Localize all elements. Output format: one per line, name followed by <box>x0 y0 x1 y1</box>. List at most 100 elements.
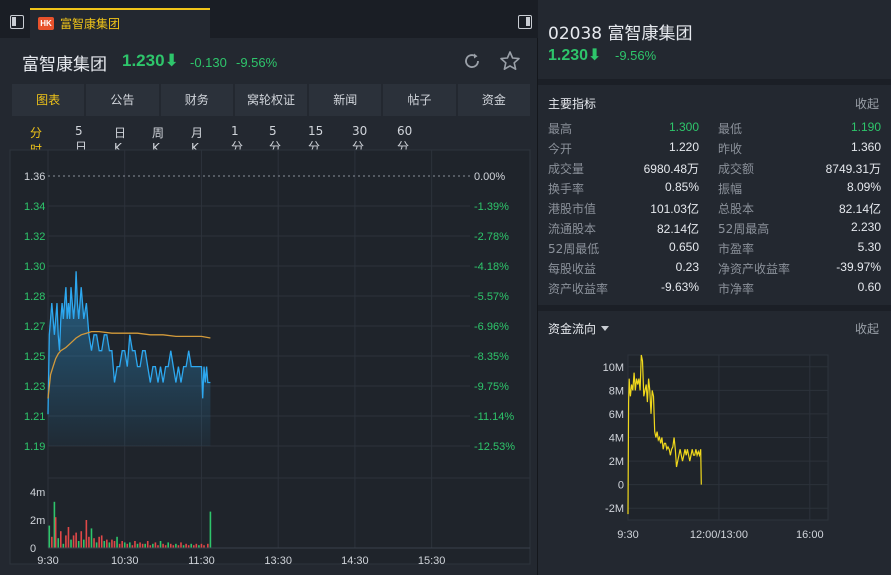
nav-capital[interactable]: 资金 <box>457 84 530 116</box>
price-change: -0.130 <box>190 55 227 70</box>
percent-tick-label: -6.96% <box>474 321 509 333</box>
star-icon[interactable] <box>499 50 521 72</box>
nav-posts[interactable]: 帖子 <box>383 84 456 116</box>
flow-tick-label: 0 <box>618 480 624 492</box>
indicator-value: 1.220 <box>668 140 699 154</box>
volume-bar <box>113 541 116 548</box>
toggle-right-panel-icon[interactable] <box>518 15 532 29</box>
volume-bar <box>85 520 88 548</box>
flow-tick-label: 10M <box>603 362 624 374</box>
volume-bar <box>200 543 203 548</box>
volume-bar <box>167 542 170 548</box>
volume-bar <box>62 543 65 548</box>
capital-flow-title[interactable]: 资金流向 <box>548 320 610 337</box>
section-divider <box>538 305 891 311</box>
nav-chart[interactable]: 图表 <box>12 84 85 116</box>
price-tick-label: 1.19 <box>24 441 45 453</box>
capital-flow-chart[interactable]: 10M 8M 6M 4M 2M 0 -2M 9:30 12:00/13:00 16:00 <box>538 345 891 575</box>
nav-warrants[interactable]: 窝轮权证 <box>234 84 308 116</box>
indicator-value: 82.14亿 <box>838 202 881 216</box>
volume-tick-label: 0 <box>30 543 36 555</box>
volume-bar <box>103 541 106 548</box>
indicator-row: 最高 1.300 最低 1.190 <box>548 120 881 140</box>
indicator-row: 52周最低 0.650 市盈率 5.30 <box>548 240 881 260</box>
refresh-icon[interactable] <box>462 51 482 71</box>
section-divider <box>538 79 891 85</box>
indicator-value: 1.300 <box>668 120 699 134</box>
time-tick-label: 15:30 <box>418 555 446 567</box>
indicator-value: 0.60 <box>857 280 881 294</box>
indicator-row: 港股市值 101.03亿 总股本 82.14亿 <box>548 200 881 220</box>
indicator-label: 换手率 <box>548 182 585 196</box>
volume-bar <box>121 541 123 548</box>
volume-bar <box>146 541 149 548</box>
flow-time-label: 9:30 <box>617 529 638 541</box>
hk-market-badge: HK <box>38 17 54 30</box>
price-tick-label: 1.28 <box>24 291 45 303</box>
volume-bar <box>70 539 72 548</box>
caret-down-icon <box>601 326 610 331</box>
volume-bar <box>51 536 53 548</box>
indicator-label: 今开 <box>548 142 573 156</box>
volume-bar <box>136 543 139 548</box>
price-tick-label: 1.21 <box>24 411 45 423</box>
tab-bar: HK 富智康集团 <box>0 0 538 38</box>
percent-tick-label: 0.00% <box>474 171 505 183</box>
volume-bar <box>54 517 57 548</box>
indicator-label: 昨收 <box>718 142 743 156</box>
detail-stock-title: 02038 富智康集团 <box>548 24 693 44</box>
volume-bar <box>57 538 60 548</box>
indicator-value: 82.14亿 <box>656 222 699 236</box>
price-percent: -9.56% <box>236 55 278 70</box>
indicator-row: 资产收益率 -9.63% 市净率 0.60 <box>548 280 881 300</box>
volume-bar <box>65 535 67 548</box>
flow-tick-label: 8M <box>609 385 624 397</box>
indicator-label: 资产收益率 <box>548 282 609 296</box>
price-tick-label: 1.32 <box>24 231 45 243</box>
toggle-left-panel-icon[interactable] <box>10 15 24 29</box>
percent-tick-label: -9.75% <box>474 381 509 393</box>
time-tick-label: 11:30 <box>188 555 215 567</box>
volume-bar <box>83 539 85 548</box>
indicator-label: 净资产收益率 <box>718 262 791 276</box>
volume-bar <box>195 543 198 548</box>
tab-stock[interactable]: HK 富智康集团 <box>30 8 210 38</box>
volume-bar <box>106 539 108 548</box>
detail-price: 1.230⬇ <box>548 47 602 64</box>
indicator-label: 振幅 <box>718 182 743 196</box>
price-tick-label: 1.23 <box>24 381 45 393</box>
capital-flow-collapse-button[interactable]: 收起 <box>855 320 879 337</box>
indicator-label: 港股市值 <box>548 202 597 216</box>
volume-bar <box>116 536 118 548</box>
quote-panel: HK 富智康集团 富智康集团 1.230⬇ -0.130 -9.56% 图表 公… <box>0 0 538 575</box>
volume-bar <box>75 532 77 548</box>
volume-bar <box>169 543 172 548</box>
indicator-row: 换手率 0.85% 振幅 8.09% <box>548 180 881 200</box>
volume-bar <box>144 543 146 548</box>
volume-bar <box>98 536 100 548</box>
flow-time-label: 16:00 <box>796 529 824 541</box>
volume-bar <box>108 542 111 548</box>
indicators-title: 主要指标 <box>548 97 597 111</box>
indicator-label: 成交额 <box>718 162 755 176</box>
percent-tick-label: -1.39% <box>474 201 509 213</box>
nav-financials[interactable]: 财务 <box>160 84 233 116</box>
indicator-value: 0.23 <box>675 260 699 274</box>
flow-tick-label: 6M <box>609 409 624 421</box>
indicator-label: 市盈率 <box>718 242 755 256</box>
indicator-label: 最高 <box>548 122 573 136</box>
volume-bar <box>48 525 51 548</box>
indicators-collapse-button[interactable]: 收起 <box>855 95 879 112</box>
percent-tick-label: -12.53% <box>474 441 515 453</box>
indicator-label: 最低 <box>718 122 743 136</box>
time-tick-label: 10:30 <box>111 555 139 567</box>
intraday-chart[interactable]: 1.36 0.00% 1.34 -1.39% 1.32 -2.78% 1.30 -4.18% 1… <box>0 148 538 575</box>
nav-announcements[interactable]: 公告 <box>86 84 159 116</box>
volume-bar <box>207 543 209 548</box>
volume-bar <box>100 535 103 548</box>
nav-news[interactable]: 新闻 <box>309 84 382 116</box>
time-tick-label: 13:30 <box>264 555 292 567</box>
indicator-label: 流通股本 <box>548 222 597 236</box>
indicator-value: 0.650 <box>668 240 699 254</box>
volume-bar <box>141 543 144 548</box>
